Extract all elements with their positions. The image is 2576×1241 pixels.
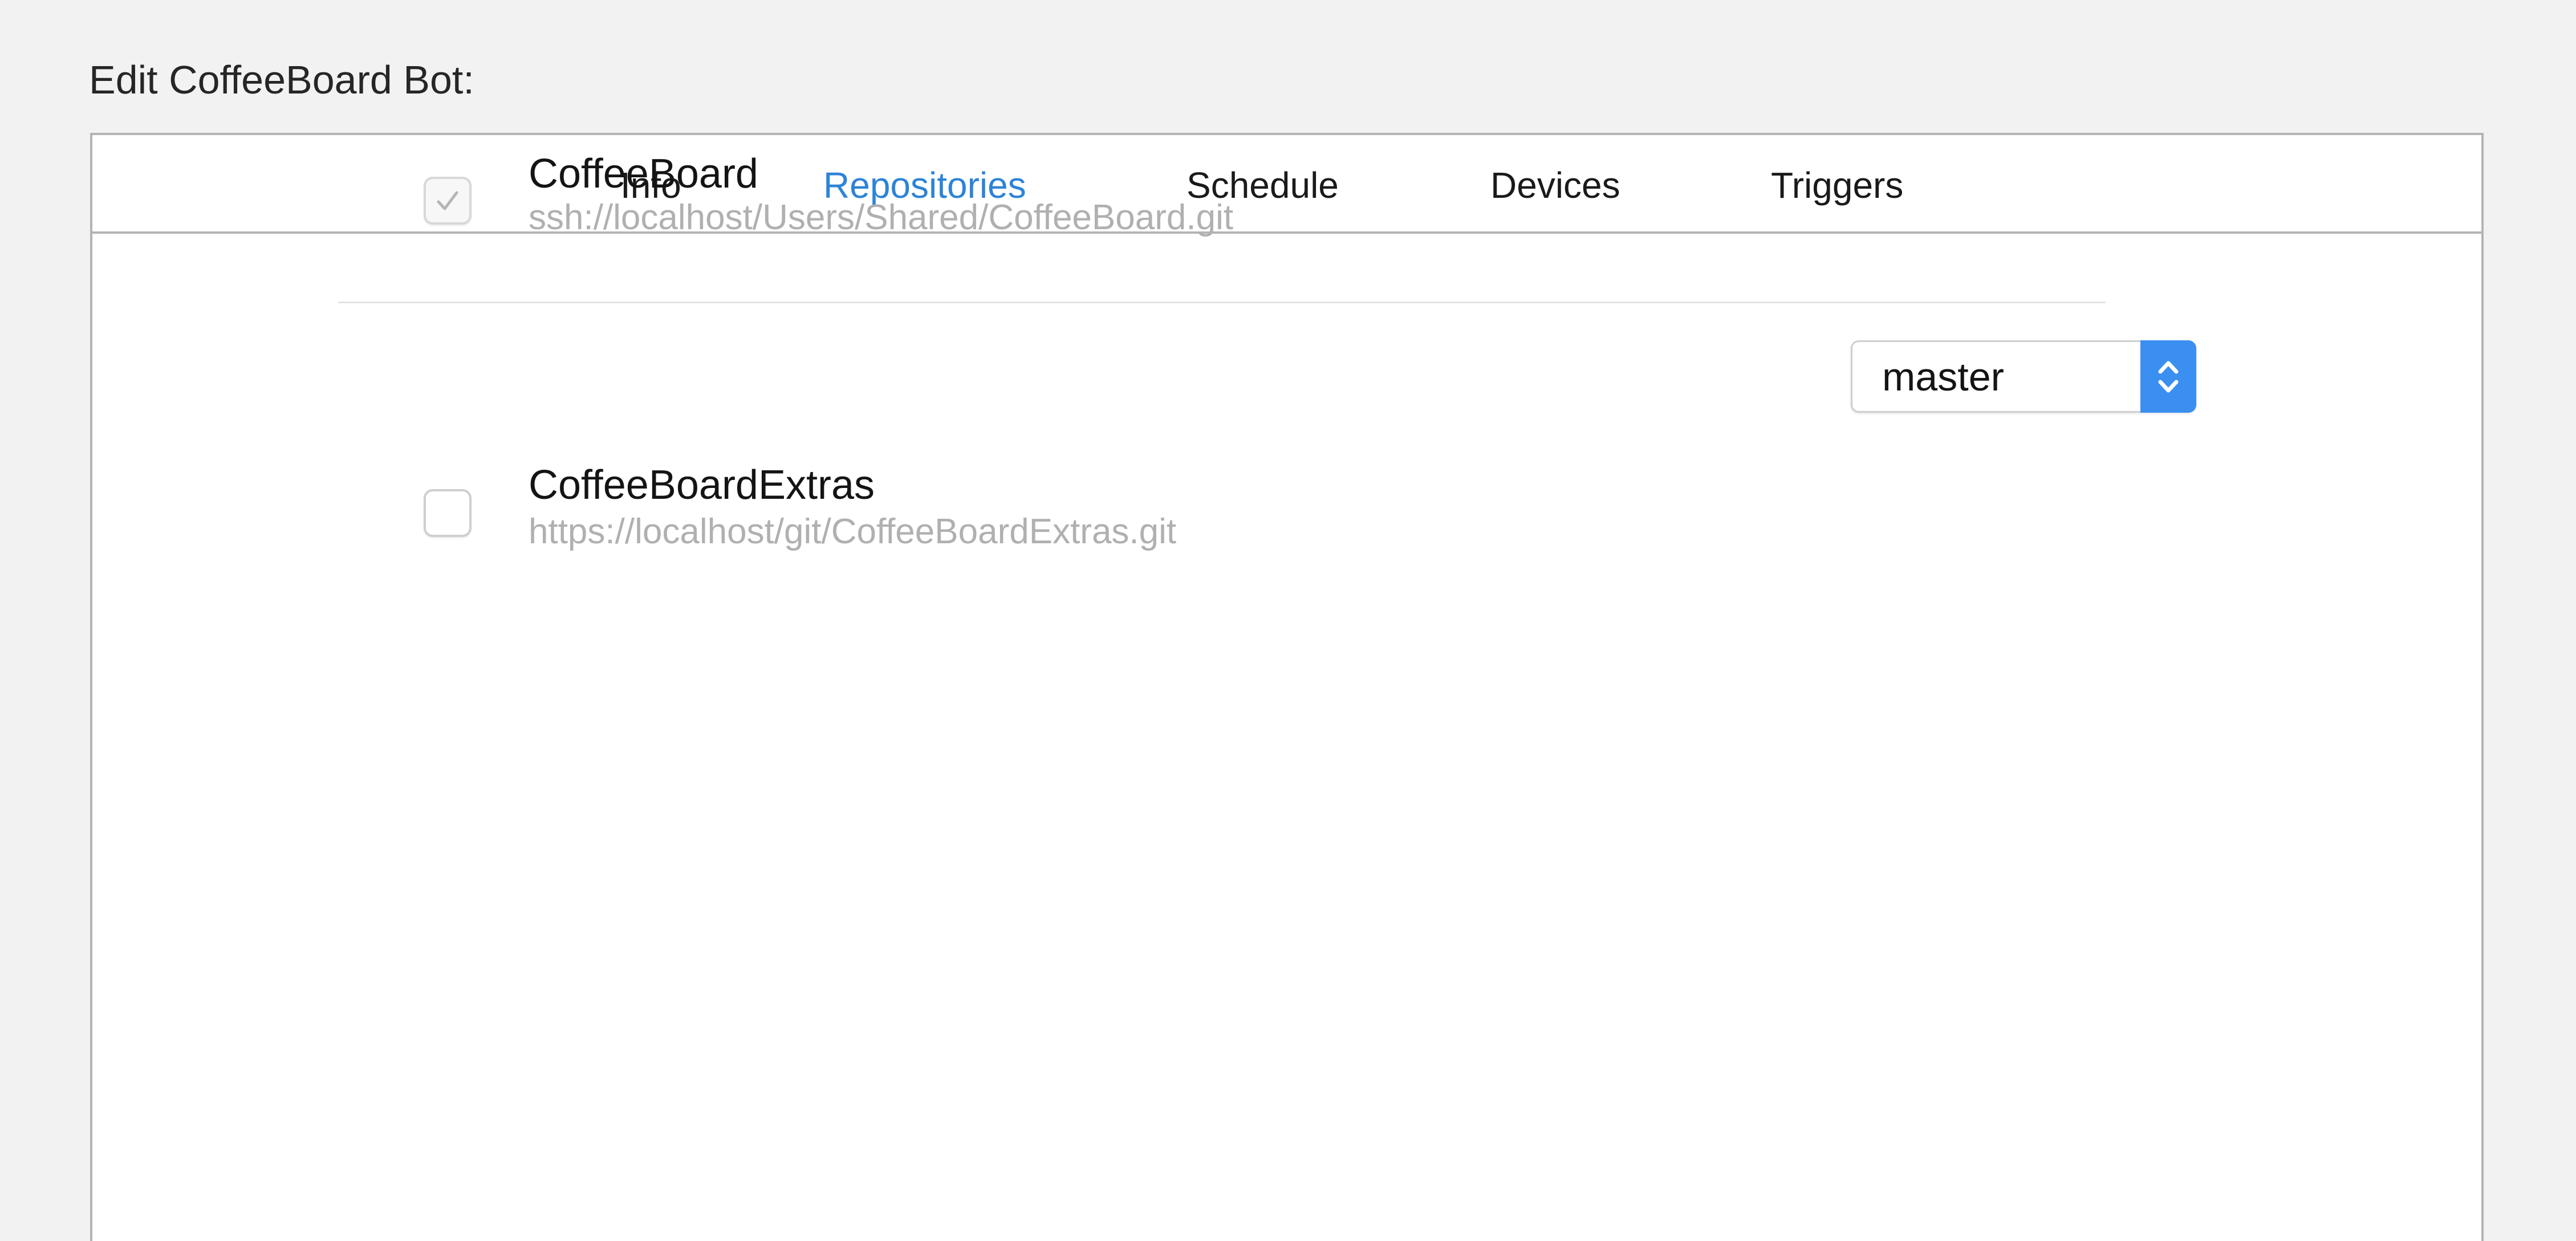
repository-url: ssh://localhost/Users/Shared/CoffeeBoard… xyxy=(529,198,1234,237)
repository-row: CoffeeBoard ssh://localhost/Users/Shared… xyxy=(338,151,2106,303)
branch-select[interactable]: master xyxy=(1851,340,2196,413)
repository-checkbox-coffeeboardextras[interactable] xyxy=(424,489,472,537)
repository-name: CoffeeBoardExtras xyxy=(529,462,875,508)
repository-name: CoffeeBoard xyxy=(529,151,758,197)
checkmark-icon xyxy=(437,191,458,210)
branch-value: master xyxy=(1882,355,2004,399)
repository-url: https://localhost/git/CoffeeBoardExtras.… xyxy=(529,512,1177,551)
repository-checkbox-coffeeboard[interactable] xyxy=(424,177,472,225)
edit-bot-screen: Edit CoffeeBoard Bot: Info Repositories … xyxy=(0,0,2576,1241)
window-title: Edit CoffeeBoard Bot: xyxy=(89,58,474,102)
repository-row: CoffeeBoardExtras https://localhost/git/… xyxy=(338,328,2106,551)
up-down-chevron-icon xyxy=(2140,340,2196,413)
